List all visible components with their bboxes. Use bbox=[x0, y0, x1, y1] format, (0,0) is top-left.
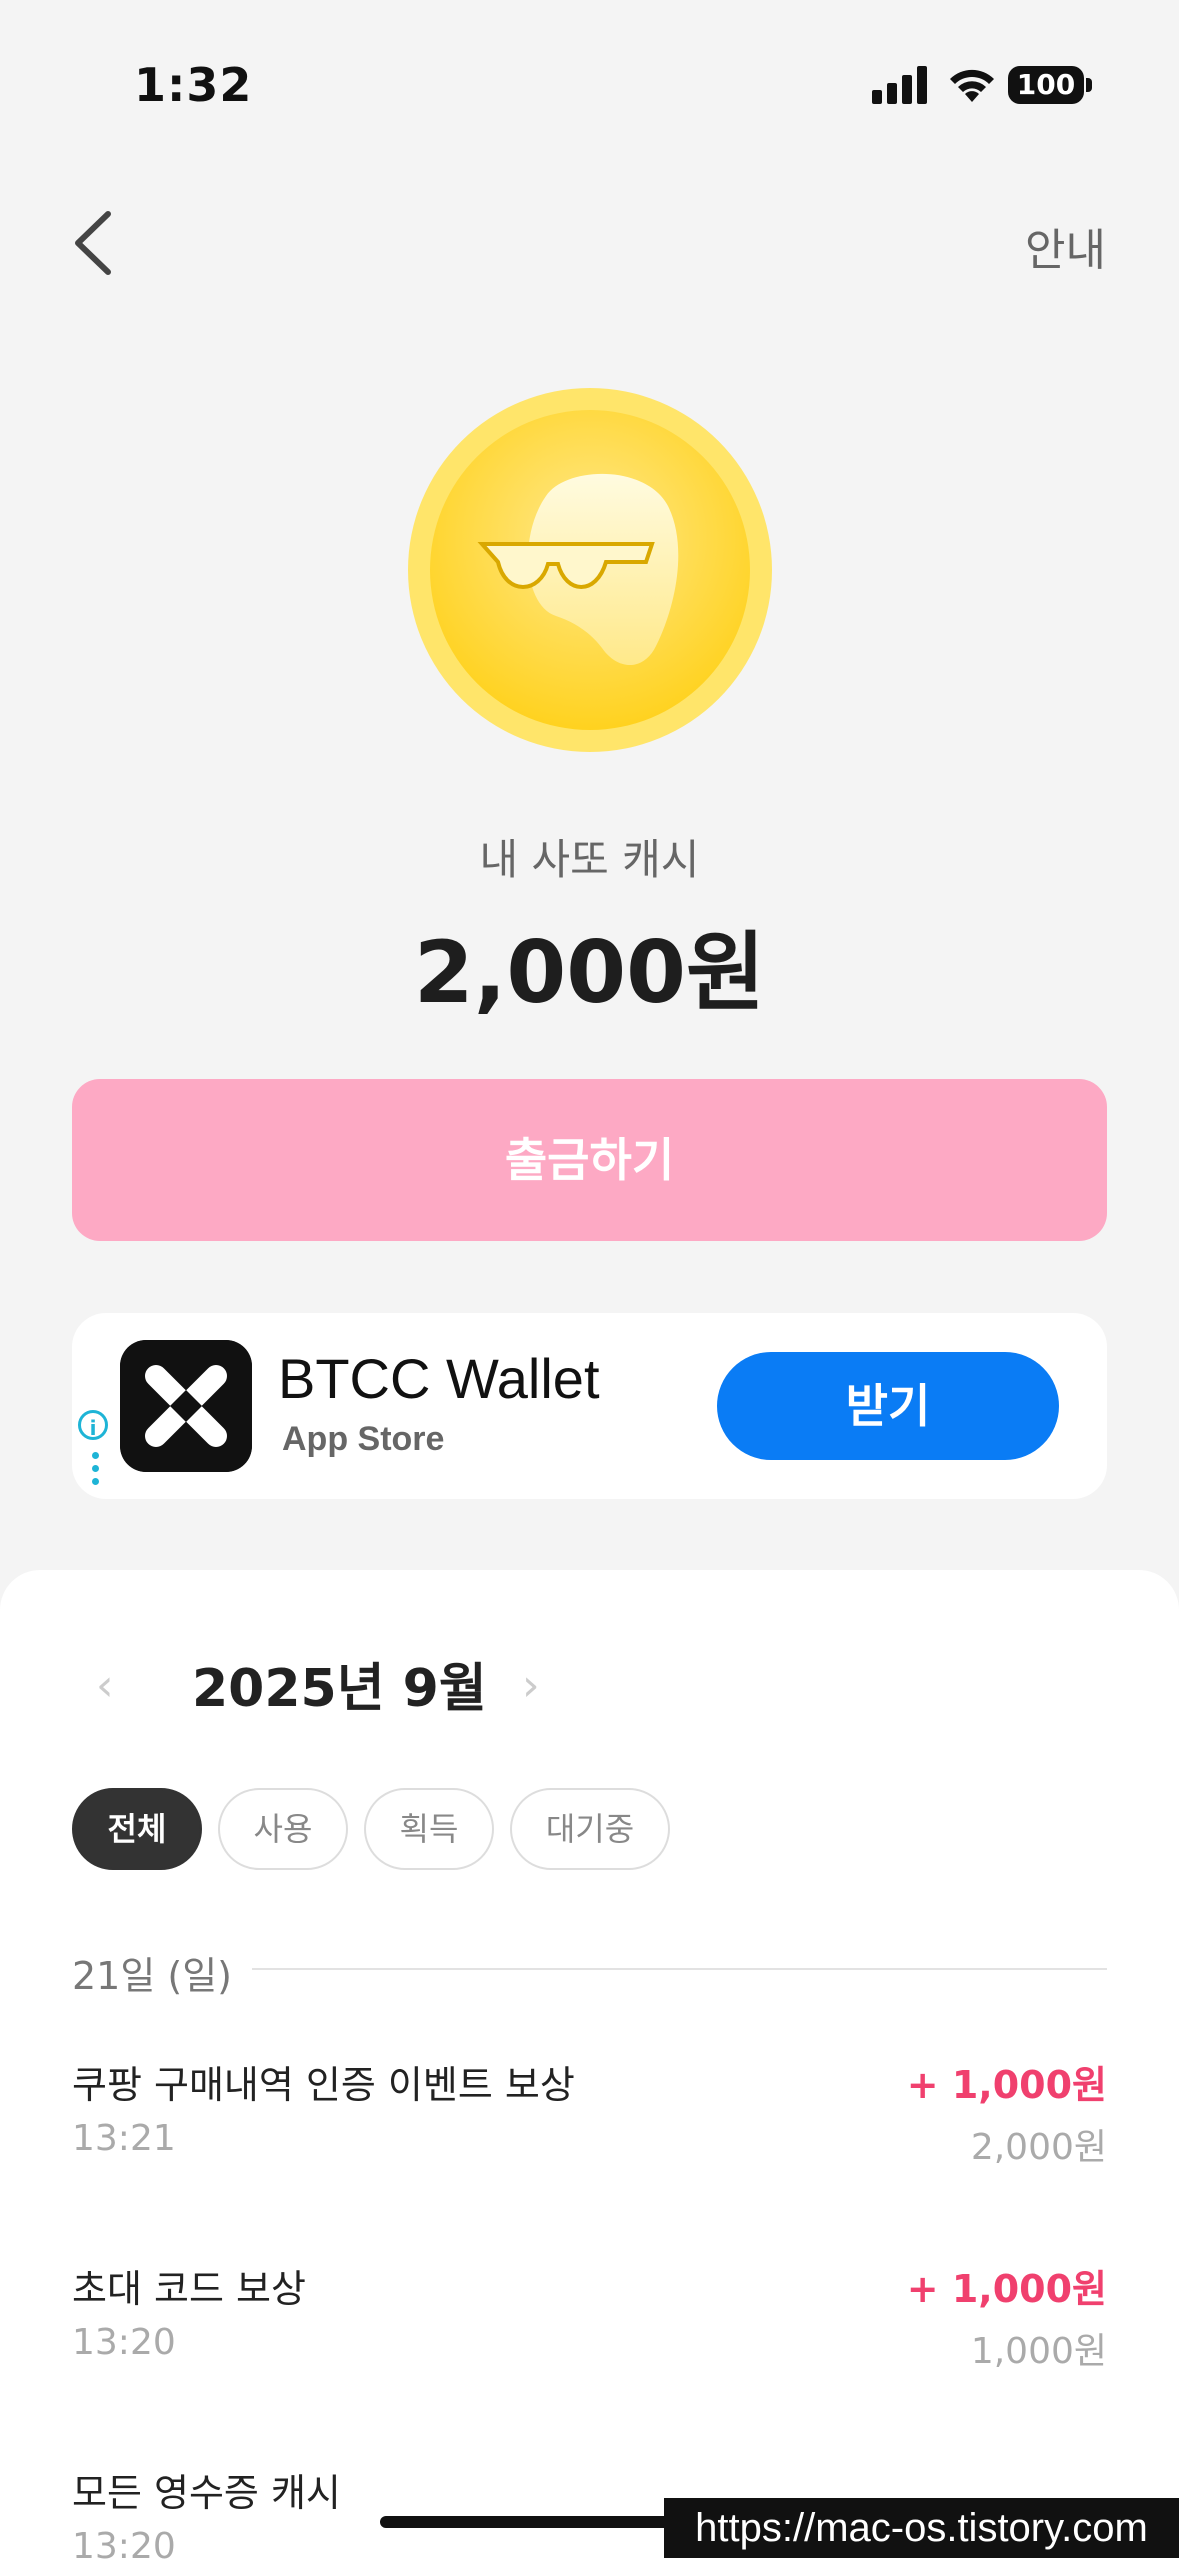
coin-mascot-icon bbox=[408, 388, 772, 752]
transaction-time: 13:20 bbox=[72, 2322, 176, 2363]
transaction-balance: 2,000원 bbox=[970, 2127, 1107, 2168]
transaction-time: 13:20 bbox=[72, 2526, 176, 2567]
back-chevron-icon[interactable] bbox=[66, 208, 126, 278]
ad-app-name: BTCC Wallet bbox=[278, 1347, 600, 1410]
cash-label: 내 사또 캐시 bbox=[479, 835, 700, 884]
filter-earned[interactable]: 획득 bbox=[364, 1788, 494, 1870]
prev-month-icon[interactable]: ‹ bbox=[96, 1660, 114, 1711]
date-divider bbox=[252, 1968, 1107, 1970]
transaction-amount: + 1,000원 bbox=[906, 2063, 1107, 2107]
ad-store-label: App Store bbox=[282, 1420, 445, 1458]
info-icon[interactable]: i bbox=[78, 1410, 108, 1440]
withdraw-button[interactable]: 출금하기 bbox=[72, 1079, 1107, 1241]
status-time: 1:32 bbox=[134, 58, 253, 112]
ad-get-button[interactable]: 받기 bbox=[717, 1352, 1059, 1460]
transaction-balance: 1,000원 bbox=[970, 2331, 1107, 2372]
transaction-title: 초대 코드 보상 bbox=[72, 2267, 306, 2311]
filter-pending[interactable]: 대기중 bbox=[510, 1788, 670, 1870]
month-label: 2025년 9월 bbox=[192, 1659, 487, 1719]
signal-icon bbox=[872, 66, 927, 104]
next-month-icon[interactable]: › bbox=[522, 1660, 540, 1711]
filter-all[interactable]: 전체 bbox=[72, 1788, 202, 1870]
transaction-title: 쿠팡 구매내역 인증 이벤트 보상 bbox=[72, 2063, 575, 2107]
transaction-amount: + 1,000원 bbox=[906, 2267, 1107, 2311]
watermark: https://mac-os.tistory.com bbox=[664, 2498, 1179, 2558]
battery-tip bbox=[1086, 78, 1092, 92]
date-header: 21일 (일) bbox=[72, 1954, 233, 1998]
battery-icon: 100 bbox=[1008, 66, 1084, 104]
filter-used[interactable]: 사용 bbox=[218, 1788, 348, 1870]
transaction-time: 13:21 bbox=[72, 2118, 176, 2159]
btcc-app-icon[interactable] bbox=[120, 1340, 252, 1472]
wifi-icon bbox=[950, 69, 994, 102]
more-dots-icon[interactable] bbox=[92, 1452, 100, 1491]
help-link[interactable]: 안내 bbox=[1025, 214, 1106, 278]
transaction-title: 모든 영수증 캐시 bbox=[72, 2471, 341, 2515]
cash-amount: 2,000원 bbox=[413, 923, 766, 1023]
